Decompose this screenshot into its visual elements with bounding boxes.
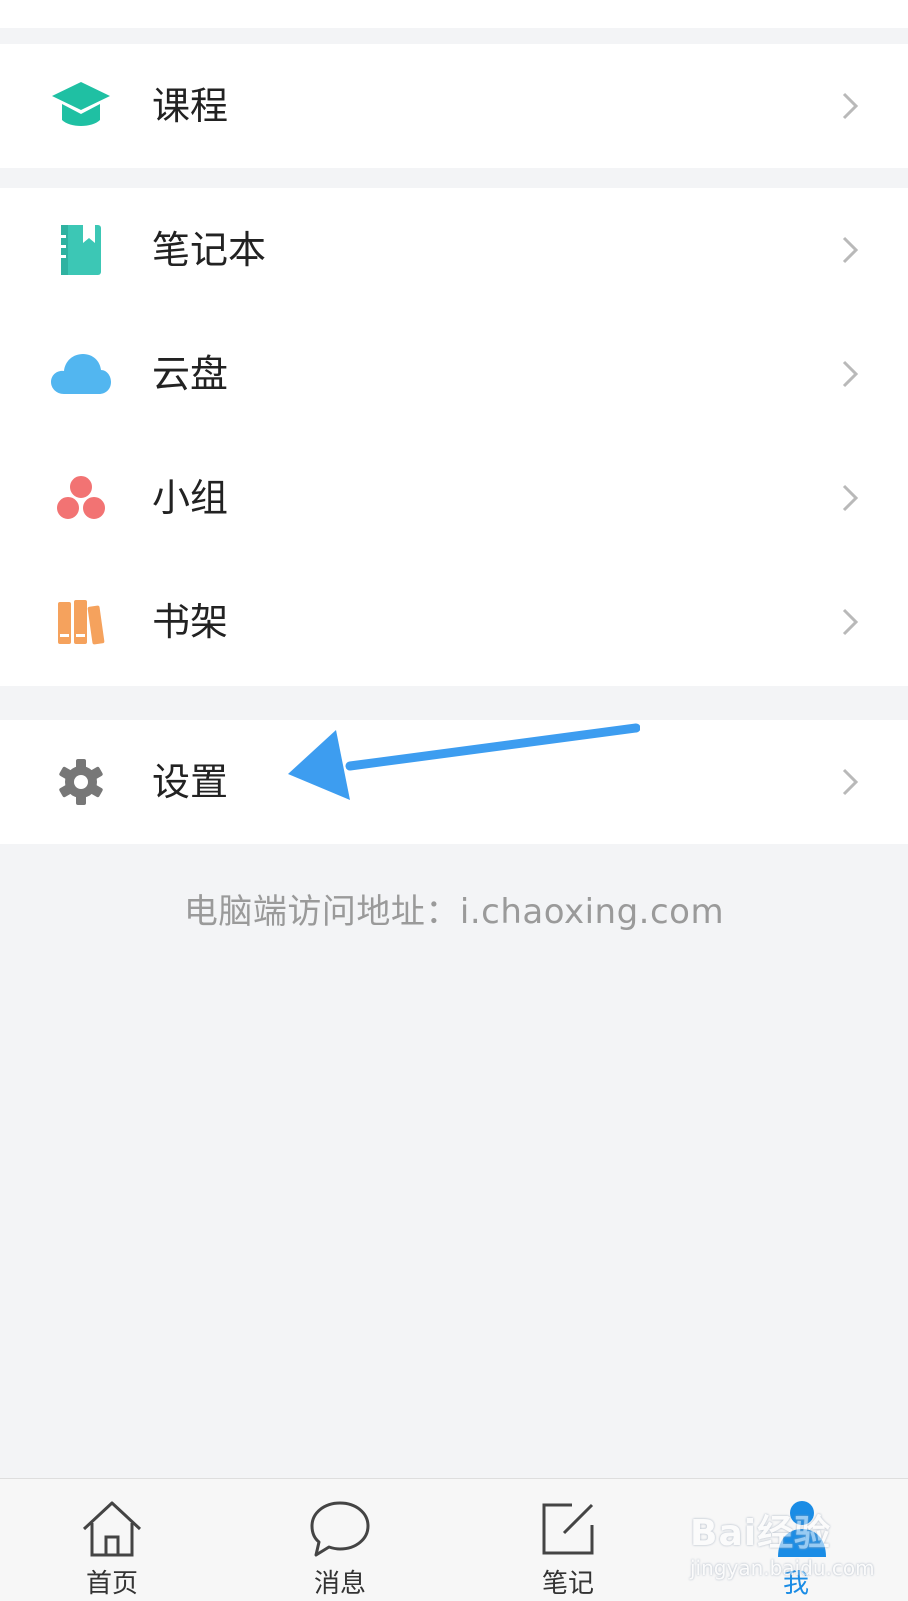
menu-item-course[interactable]: 课程 — [0, 44, 908, 168]
menu-label-group: 小组 — [152, 476, 229, 520]
chevron-right-icon — [842, 360, 859, 388]
bookshelf-icon — [50, 591, 112, 653]
chevron-right-icon — [842, 768, 859, 796]
tab-me-label: 我 — [782, 1569, 809, 1599]
tab-notes[interactable]: 笔记 — [488, 1479, 648, 1601]
bottom-tab-bar: 首页 消息 笔记 我 — [0, 1478, 908, 1601]
edit-note-icon — [542, 1503, 594, 1555]
menu-label-bookshelf: 书架 — [152, 600, 229, 644]
chevron-right-icon — [842, 484, 859, 512]
tab-messages[interactable]: 消息 — [260, 1479, 420, 1601]
tab-me[interactable]: 我 — [716, 1479, 876, 1601]
tab-messages-label: 消息 — [313, 1569, 366, 1599]
menu-item-cloud[interactable]: 云盘 — [0, 312, 908, 436]
menu-item-bookshelf[interactable]: 书架 — [0, 560, 908, 684]
chevron-right-icon — [842, 608, 859, 636]
tab-home[interactable]: 首页 — [32, 1479, 192, 1601]
menu-label-notebook: 笔记本 — [152, 228, 267, 272]
menu-group-1: 课程 — [0, 44, 908, 168]
notebook-icon — [50, 219, 112, 281]
chat-bubble-icon — [310, 1501, 370, 1557]
menu-item-group[interactable]: 小组 — [0, 436, 908, 560]
tab-notes-label: 笔记 — [541, 1569, 594, 1599]
chevron-right-icon — [842, 236, 859, 264]
user-icon — [778, 1501, 826, 1557]
menu-group-2: 笔记本 云盘 小组 书架 — [0, 188, 908, 686]
menu-label-settings: 设置 — [152, 760, 229, 804]
top-strip — [0, 0, 908, 28]
chevron-right-icon — [842, 92, 859, 120]
group-icon — [50, 467, 112, 529]
menu-label-course: 课程 — [152, 84, 229, 128]
tab-home-label: 首页 — [85, 1569, 138, 1599]
menu-group-3: 设置 — [0, 720, 908, 844]
menu-item-settings[interactable]: 设置 — [0, 720, 908, 844]
home-icon — [82, 1501, 142, 1557]
pc-access-address: 电脑端访问地址：i.chaoxing.com — [183, 892, 725, 932]
menu-label-cloud: 云盘 — [152, 352, 229, 396]
cloud-icon — [50, 343, 112, 405]
gear-icon — [50, 751, 112, 813]
graduation-cap-icon — [50, 75, 112, 137]
menu-item-notebook[interactable]: 笔记本 — [0, 188, 908, 312]
